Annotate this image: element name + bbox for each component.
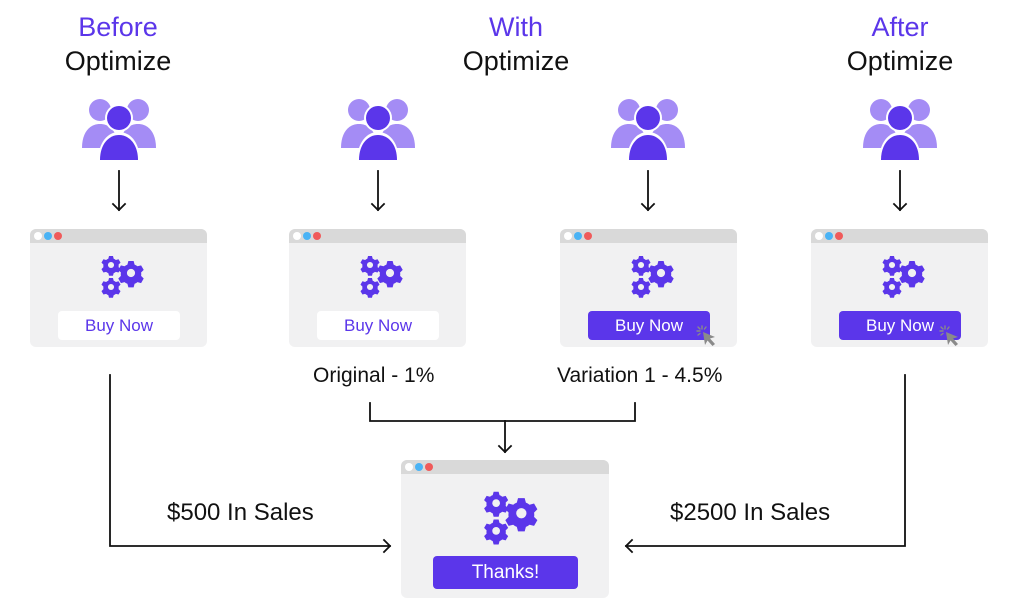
window-dot-blue [44,232,52,240]
window-dot-blue [574,232,582,240]
window-dot-white [405,463,413,471]
window-dot-white [815,232,823,240]
arrow-down-original [370,170,386,212]
caption-variation: Variation 1 - 4.5% [557,364,723,387]
thanks-button[interactable]: Thanks! [433,556,578,589]
browser-window-after: Buy Now [811,229,988,347]
heading-with-accent: With [489,12,543,42]
window-titlebar [30,229,207,243]
heading-before-accent: Before [78,12,158,42]
browser-window-before: Buy Now [30,229,207,347]
users-group-icon [863,99,937,162]
buy-now-button[interactable]: Buy Now [317,311,439,340]
window-dot-red [54,232,62,240]
heading-with-title: Optimize [462,46,570,76]
window-dot-red [313,232,321,240]
browser-window-thanks: Thanks! [401,460,609,598]
window-dot-blue [415,463,423,471]
browser-window-original: Buy Now [289,229,466,347]
window-dot-white [564,232,572,240]
heading-after: After Optimize [790,10,1010,78]
window-dot-red [425,463,433,471]
heading-after-title: Optimize [846,46,954,76]
window-dot-blue [303,232,311,240]
caption-original: Original - 1% [313,364,435,387]
window-dot-white [34,232,42,240]
window-titlebar [401,460,609,474]
heading-before-title: Optimize [64,46,172,76]
gears-icon [631,256,674,298]
buy-now-button[interactable]: Buy Now [588,311,710,340]
window-dot-red [835,232,843,240]
gears-icon [101,256,144,298]
heading-after-accent: After [871,12,929,42]
window-titlebar [560,229,737,243]
heading-before: Before Optimize [8,10,228,78]
window-dot-white [293,232,301,240]
window-dot-blue [825,232,833,240]
arrow-down-variation [640,170,656,212]
buy-now-button[interactable]: Buy Now [58,311,180,340]
merge-bracket [369,402,636,454]
heading-with: With Optimize [406,10,626,78]
gears-icon [484,491,538,545]
window-titlebar [811,229,988,243]
window-titlebar [289,229,466,243]
sales-before-label: $500 In Sales [167,499,314,526]
browser-window-variation: Buy Now [560,229,737,347]
users-group-icon [341,99,415,162]
users-group-icon [611,99,685,162]
window-dot-red [584,232,592,240]
sales-after-label: $2500 In Sales [670,499,831,526]
arrow-down-before [111,170,127,212]
gears-icon [360,256,403,298]
click-cursor-icon [939,325,958,346]
arrow-down-after [892,170,908,212]
users-group-icon [82,99,156,162]
click-cursor-icon [696,325,715,346]
gears-icon [882,256,925,298]
